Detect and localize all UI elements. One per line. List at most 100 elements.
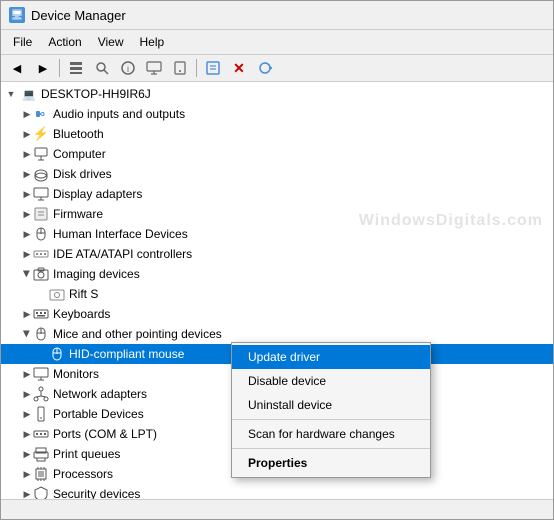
tree-item-firmware[interactable]: ▶ Firmware [1,204,553,224]
firmware-label: Firmware [53,207,103,221]
mice-arrow: ▶ [21,328,33,340]
content-area: ▼ 💻 DESKTOP-HH9IR6J ▶ Audio inputs and o… [1,82,553,499]
ctx-uninstall-device[interactable]: Uninstall device [232,393,430,417]
imaging-label: Imaging devices [53,267,140,281]
disk-label: Disk drives [53,167,112,181]
hid-icon [33,226,49,242]
scan-button[interactable] [253,57,277,79]
context-menu: Update driver Disable device Uninstall d… [231,342,431,478]
ctx-separator-2 [232,448,430,449]
firmware-arrow: ▶ [21,208,33,220]
tree-item-imaging[interactable]: ▶ Imaging devices [1,264,553,284]
delete-button[interactable]: ✕ [227,57,251,79]
portable-icon [33,406,49,422]
tree-item-ide[interactable]: ▶ IDE ATA/ATAPI controllers [1,244,553,264]
rifts-icon [49,286,65,302]
tree-item-disk[interactable]: ▶ Disk drives [1,164,553,184]
ctx-update-driver[interactable]: Update driver [232,345,430,369]
firmware-icon [33,206,49,222]
status-bar [1,499,553,519]
window-title: Device Manager [31,8,126,23]
ctx-properties[interactable]: Properties [232,451,430,475]
security-icon [33,486,49,499]
tree-item-hid[interactable]: ▶ Human Interface Devices [1,224,553,244]
menu-bar: File Action View Help [1,30,553,55]
ctx-scan-hardware[interactable]: Scan for hardware changes [232,422,430,446]
portable-arrow: ▶ [21,408,33,420]
display-arrow: ▶ [21,188,33,200]
tree-item-display[interactable]: ▶ Display adapters [1,184,553,204]
audio-label: Audio inputs and outputs [53,107,185,121]
tree-item-bluetooth[interactable]: ▶ ⚡ Bluetooth [1,124,553,144]
toolbar-separator-1 [59,59,60,77]
mice-label: Mice and other pointing devices [53,327,222,341]
keyboards-label: Keyboards [53,307,110,321]
toolbar: ◀ ▶ i ✕ [1,55,553,82]
network-label: Network adapters [53,387,147,401]
info-button[interactable]: i [116,57,140,79]
print-arrow: ▶ [21,448,33,460]
computer-icon [33,146,49,162]
tree-item-audio[interactable]: ▶ Audio inputs and outputs [1,104,553,124]
disk-arrow: ▶ [21,168,33,180]
security-label: Security devices [53,487,140,499]
ctx-separator-1 [232,419,430,420]
hid-mouse-arrow [37,348,49,360]
tree-item-security[interactable]: ▶ Security devices [1,484,553,499]
search-button[interactable] [90,57,114,79]
keyboards-arrow: ▶ [21,308,33,320]
menu-view[interactable]: View [90,32,132,52]
ctx-disable-device[interactable]: Disable device [232,369,430,393]
bluetooth-arrow: ▶ [21,128,33,140]
print-label: Print queues [53,447,120,461]
ports-arrow: ▶ [21,428,33,440]
ide-icon [33,246,49,262]
toolbar-separator-2 [196,59,197,77]
hid-mouse-icon [49,346,65,362]
rifts-arrow [37,288,49,300]
properties-button[interactable] [201,57,225,79]
monitors-icon [33,366,49,382]
network-arrow: ▶ [21,388,33,400]
keyboards-icon [33,306,49,322]
tree-item-root[interactable]: ▼ 💻 DESKTOP-HH9IR6J [1,84,553,104]
tree-item-mice[interactable]: ▶ Mice and other pointing devices [1,324,553,344]
back-button[interactable]: ◀ [5,57,29,79]
menu-file[interactable]: File [5,32,40,52]
security-arrow: ▶ [21,488,33,499]
app-icon: 🖥 [9,7,25,23]
computer-arrow: ▶ [21,148,33,160]
ide-arrow: ▶ [21,248,33,260]
forward-button[interactable]: ▶ [31,57,55,79]
ports-label: Ports (COM & LPT) [53,427,157,441]
root-icon: 💻 [21,86,37,102]
imaging-arrow: ▶ [21,268,33,280]
print-icon [33,446,49,462]
hid-arrow: ▶ [21,228,33,240]
portable-label: Portable Devices [53,407,144,421]
hid-label: Human Interface Devices [53,227,188,241]
network-icon [33,386,49,402]
mice-icon [33,326,49,342]
tree-item-rifts[interactable]: Rift S [1,284,553,304]
view-list-button[interactable] [64,57,88,79]
menu-action[interactable]: Action [40,32,89,52]
audio-icon [33,106,49,122]
tree-item-computer[interactable]: ▶ Computer [1,144,553,164]
hid-mouse-label: HID-compliant mouse [69,347,184,361]
display-label: Display adapters [53,187,142,201]
device-manager-window: 🖥 Device Manager File Action View Help ◀… [0,0,554,520]
processors-label: Processors [53,467,113,481]
monitors-label: Monitors [53,367,99,381]
bluetooth-label: Bluetooth [53,127,104,141]
monitors-arrow: ▶ [21,368,33,380]
device-button[interactable] [168,57,192,79]
computer-label: Computer [53,147,106,161]
root-label: DESKTOP-HH9IR6J [41,87,151,101]
tree-item-keyboards[interactable]: ▶ Keyboards [1,304,553,324]
monitor-button[interactable] [142,57,166,79]
ports-icon [33,426,49,442]
processors-icon [33,466,49,482]
menu-help[interactable]: Help [132,32,173,52]
display-icon [33,186,49,202]
